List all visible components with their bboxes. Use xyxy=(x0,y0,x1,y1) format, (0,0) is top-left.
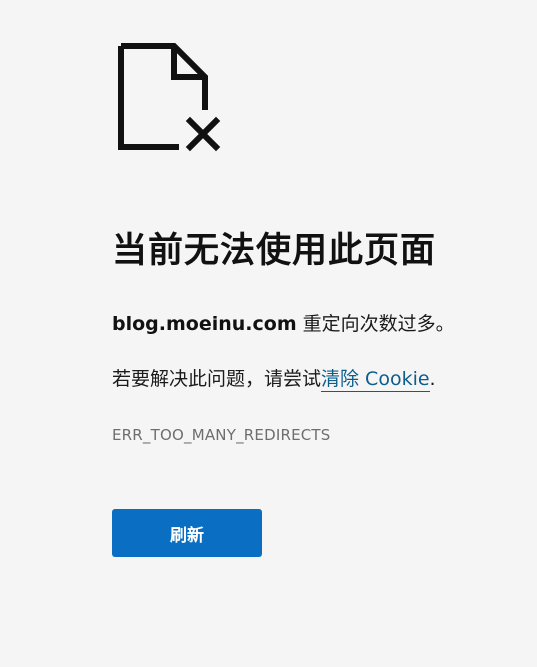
site-domain: blog.moeinu.com xyxy=(112,313,297,335)
clear-cookies-link[interactable]: 清除 Cookie xyxy=(321,368,430,392)
broken-page-icon xyxy=(117,42,221,152)
suggestion-prefix: 若要解决此问题，请尝试 xyxy=(112,368,322,390)
suggestion-text: 若要解决此问题，请尝试清除 Cookie. xyxy=(112,364,436,392)
error-code: ERR_TOO_MANY_REDIRECTS xyxy=(112,426,331,444)
refresh-button[interactable]: 刷新 xyxy=(112,509,262,557)
error-message-text: 重定向次数过多。 xyxy=(296,313,455,335)
suggestion-suffix: . xyxy=(429,368,436,390)
page-title: 当前无法使用此页面 xyxy=(112,231,437,271)
error-message: blog.moeinu.com 重定向次数过多。 xyxy=(112,309,455,336)
